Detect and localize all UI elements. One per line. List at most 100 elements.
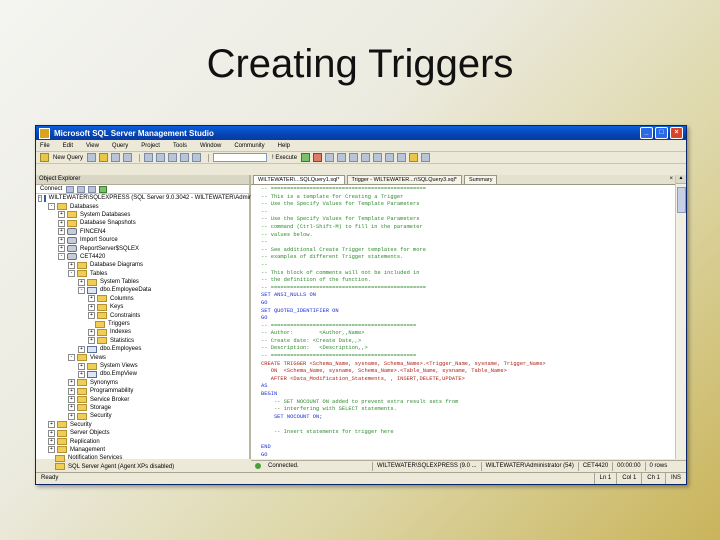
maximize-button[interactable]: □ xyxy=(655,127,668,139)
expand-icon[interactable]: + xyxy=(58,219,65,227)
new-query-icon[interactable] xyxy=(40,153,49,162)
template-icon[interactable] xyxy=(409,153,419,162)
open-icon[interactable] xyxy=(99,153,109,162)
new-file-icon[interactable] xyxy=(87,153,97,162)
expand-icon[interactable]: + xyxy=(68,387,75,395)
tree-node[interactable]: + System Tables xyxy=(36,278,249,286)
expand-icon[interactable]: + xyxy=(78,345,85,353)
disconnect-icon[interactable] xyxy=(66,185,75,193)
save-icon[interactable] xyxy=(111,153,121,162)
tree-node[interactable]: Notification Services xyxy=(36,454,249,462)
expand-icon[interactable]: + xyxy=(48,438,55,446)
minimize-button[interactable]: _ xyxy=(640,127,653,139)
tree-node[interactable]: + Management xyxy=(36,446,249,454)
expand-icon[interactable]: + xyxy=(88,303,95,311)
expand-icon[interactable]: + xyxy=(68,261,75,269)
menu-view[interactable]: View xyxy=(86,143,99,149)
expand-icon[interactable]: + xyxy=(78,362,85,370)
tree-node[interactable]: + Storage xyxy=(36,404,249,412)
scroll-thumb[interactable] xyxy=(677,187,686,213)
results-to-text-icon[interactable] xyxy=(325,153,335,162)
expand-icon[interactable]: + xyxy=(48,446,55,454)
results-to-grid-icon[interactable] xyxy=(337,153,347,162)
copy-icon[interactable] xyxy=(156,153,166,162)
database-selector[interactable] xyxy=(213,153,268,162)
window-titlebar[interactable]: Microsoft SQL Server Management Studio _… xyxy=(36,126,686,140)
tree-node[interactable]: + FINCEN4 xyxy=(36,228,249,236)
menu-edit[interactable]: Edit xyxy=(63,143,73,149)
editor-scrollbar[interactable]: ▲ xyxy=(675,175,686,459)
collapse-icon[interactable]: - xyxy=(68,354,75,362)
properties-icon[interactable] xyxy=(421,153,431,162)
tree-node[interactable]: + dbo.EmpView xyxy=(36,370,249,378)
undo-icon[interactable] xyxy=(180,153,190,162)
stop-icon[interactable] xyxy=(77,185,86,193)
tree-node[interactable]: + Service Broker xyxy=(36,395,249,404)
expand-icon[interactable]: + xyxy=(78,278,85,286)
execute-button[interactable]: ! Execute xyxy=(272,155,297,161)
expand-icon[interactable]: + xyxy=(58,245,65,253)
expand-icon[interactable]: + xyxy=(48,421,55,429)
cancel-query-icon[interactable] xyxy=(313,153,323,162)
menu-community[interactable]: Community xyxy=(234,143,264,149)
tree-node[interactable]: Triggers xyxy=(36,320,249,328)
tree-node[interactable]: + Security xyxy=(36,421,249,429)
refresh-icon[interactable] xyxy=(99,185,108,193)
expand-icon[interactable]: + xyxy=(58,236,65,244)
tree-node[interactable]: SQL Server Agent (Agent XPs disabled) xyxy=(36,463,249,471)
tree-node[interactable]: + Replication xyxy=(36,437,249,446)
close-button[interactable]: × xyxy=(670,127,683,139)
tree-node[interactable]: + Synonyms xyxy=(36,379,249,387)
tree-node[interactable]: - Databases xyxy=(36,202,249,211)
tree-node[interactable]: + Indexes xyxy=(36,328,249,336)
expand-icon[interactable]: + xyxy=(78,370,85,378)
tree-node[interactable]: - Views xyxy=(36,353,249,362)
parse-icon[interactable] xyxy=(301,153,311,162)
comment-icon[interactable] xyxy=(361,153,371,162)
outdent-icon[interactable] xyxy=(397,153,407,162)
menu-window[interactable]: Window xyxy=(200,143,221,149)
collapse-icon[interactable]: - xyxy=(48,203,55,211)
tab-sqlquery1[interactable]: WILTEWATER\...SQLQuery1.sql* xyxy=(253,175,345,184)
results-to-file-icon[interactable] xyxy=(349,153,359,162)
expand-icon[interactable]: + xyxy=(88,337,95,345)
tree-node[interactable]: + Statistics xyxy=(36,337,249,345)
tree-node[interactable]: + dbo.Employees xyxy=(36,345,249,353)
menu-project[interactable]: Project xyxy=(141,143,160,149)
redo-icon[interactable] xyxy=(192,153,202,162)
save-all-icon[interactable] xyxy=(123,153,133,162)
indent-icon[interactable] xyxy=(385,153,395,162)
tree-node[interactable]: + Columns xyxy=(36,295,249,303)
code-area[interactable]: -- =====================================… xyxy=(251,185,676,459)
menu-query[interactable]: Query xyxy=(112,143,128,149)
collapse-icon[interactable]: - xyxy=(78,286,85,294)
new-query-button[interactable]: New Query xyxy=(53,155,83,161)
expand-icon[interactable]: + xyxy=(68,379,75,387)
expand-icon[interactable]: + xyxy=(88,328,95,336)
tree-node[interactable]: + Security xyxy=(36,412,249,420)
filter-icon[interactable] xyxy=(88,185,97,193)
query-editor[interactable]: WILTEWATER\...SQLQuery1.sql* Trigger - W… xyxy=(251,175,676,459)
paste-icon[interactable] xyxy=(168,153,178,162)
tree-node[interactable]: + Server Objects xyxy=(36,429,249,437)
tree-node[interactable]: + ReportServer$SQLEX xyxy=(36,244,249,253)
expand-icon[interactable]: + xyxy=(58,228,65,236)
collapse-icon[interactable]: - xyxy=(38,194,42,202)
tree-node[interactable]: + Database Snapshots xyxy=(36,219,249,227)
tree-node[interactable]: - dbo.EmployeeData xyxy=(36,286,249,294)
tree-node[interactable]: + System Databases xyxy=(36,211,249,219)
uncomment-icon[interactable] xyxy=(373,153,383,162)
expand-icon[interactable]: + xyxy=(88,312,95,320)
tree-node[interactable]: - WILTEWATER\SQLEXPRESS (SQL Server 9.0.3… xyxy=(36,194,273,202)
expand-icon[interactable]: + xyxy=(88,295,95,303)
tree-node[interactable]: + Keys xyxy=(36,303,249,311)
scroll-up-icon[interactable]: ▲ xyxy=(676,175,686,184)
tab-trigger-query[interactable]: Trigger - WILTEWATER...r\SQLQuery3.sql* xyxy=(346,175,462,184)
collapse-icon[interactable]: - xyxy=(58,253,65,261)
connect-button[interactable]: Connect xyxy=(40,186,62,192)
menu-tools[interactable]: Tools xyxy=(173,143,187,149)
expand-icon[interactable]: + xyxy=(68,396,75,404)
menu-help[interactable]: Help xyxy=(278,143,290,149)
tree-node[interactable]: - Tables xyxy=(36,270,249,278)
expand-icon[interactable]: + xyxy=(68,404,75,412)
